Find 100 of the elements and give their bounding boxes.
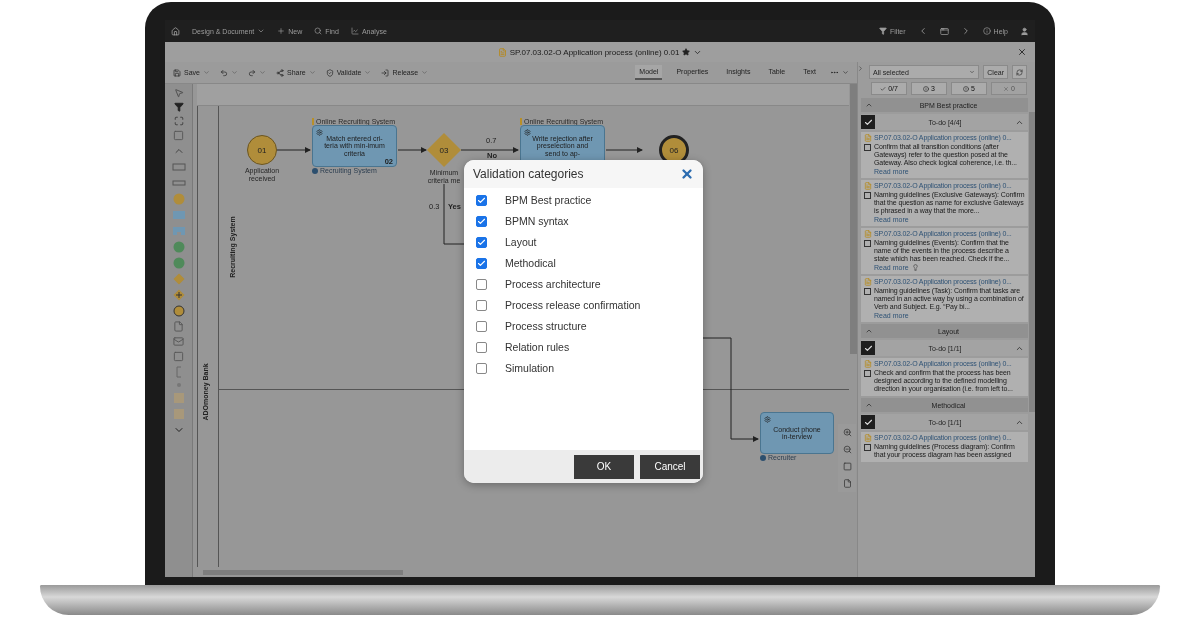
category-checkbox[interactable] <box>476 362 487 374</box>
save-icon <box>173 68 181 77</box>
warning-icon <box>963 85 970 92</box>
plus-icon <box>277 27 286 35</box>
category-checkbox[interactable] <box>476 236 487 248</box>
finding-checkbox[interactable] <box>864 192 871 199</box>
role-icon <box>760 454 766 461</box>
sequence-flow-arrow <box>460 147 519 153</box>
redo-icon <box>247 68 256 77</box>
more-button[interactable] <box>830 68 849 77</box>
collapse-icon[interactable] <box>865 101 873 109</box>
zoom-out-icon[interactable] <box>842 445 852 454</box>
finding-checkbox[interactable] <box>864 444 871 451</box>
lane-shape-icon[interactable] <box>171 177 186 189</box>
error-icon <box>1003 85 1010 92</box>
finding-checkbox[interactable] <box>864 288 871 295</box>
category-checkbox[interactable] <box>476 257 487 269</box>
redo-button[interactable] <box>247 68 266 77</box>
check-icon <box>863 417 873 427</box>
actual-size-icon[interactable] <box>842 462 852 471</box>
dot-icon[interactable] <box>175 382 182 388</box>
line-chart-icon <box>350 27 359 35</box>
square-icon[interactable] <box>173 351 184 362</box>
role-icon <box>312 167 318 174</box>
zoom-in-icon[interactable] <box>842 428 852 437</box>
category-checkbox[interactable] <box>476 194 487 206</box>
done-icon <box>880 85 887 92</box>
model-icon <box>864 360 872 368</box>
todo-checkbox[interactable] <box>861 341 875 355</box>
finding-checkbox[interactable] <box>864 370 871 377</box>
parallel-gateway-icon[interactable] <box>171 289 186 301</box>
close-button[interactable] <box>680 167 694 181</box>
release-icon <box>381 68 390 77</box>
model-icon <box>864 134 872 142</box>
caret-icon <box>230 69 238 76</box>
collapse-icon[interactable] <box>865 401 873 409</box>
category-checkbox[interactable] <box>476 299 487 311</box>
caret-icon <box>842 69 849 76</box>
gateway: 03 <box>427 133 461 167</box>
pool-shape-icon[interactable] <box>171 161 186 173</box>
user-icon[interactable] <box>1020 26 1029 36</box>
refresh-button[interactable] <box>1012 65 1027 79</box>
model-icon <box>864 182 872 190</box>
check-icon <box>863 343 873 353</box>
sequence-flow-arrow <box>276 147 311 153</box>
caret-icon <box>421 69 429 76</box>
model-icon <box>864 434 872 442</box>
info-icon <box>982 27 991 35</box>
todo-checkbox[interactable] <box>861 415 875 429</box>
category-label: Relation rules <box>505 341 570 353</box>
undo-button[interactable] <box>219 68 238 77</box>
category-label: Layout <box>505 236 537 248</box>
window-icon[interactable] <box>939 26 949 36</box>
caret-icon <box>258 69 266 76</box>
end-event-icon[interactable] <box>171 305 186 317</box>
model-icon <box>864 230 872 238</box>
validate-icon <box>325 68 334 77</box>
refresh-icon <box>1016 68 1023 76</box>
close-icon <box>680 167 694 181</box>
finding-checkbox[interactable] <box>864 144 871 151</box>
envelope-icon[interactable] <box>173 336 184 347</box>
model-icon <box>497 47 507 57</box>
finding-checkbox[interactable] <box>864 240 871 247</box>
check-icon <box>477 216 486 226</box>
close-icon[interactable] <box>1017 47 1027 57</box>
fit-page-icon[interactable] <box>842 479 852 488</box>
check-icon <box>477 258 486 268</box>
todo-checkbox[interactable] <box>861 115 875 129</box>
sequence-flow-line <box>443 183 465 245</box>
category-label: Process architecture <box>505 278 601 290</box>
home-icon[interactable] <box>171 26 180 36</box>
cancel-button[interactable]: Cancel <box>640 454 700 479</box>
model-icon <box>864 278 872 286</box>
category-checkbox[interactable] <box>476 341 487 353</box>
caret-icon <box>308 69 316 76</box>
collapse-icon[interactable] <box>865 327 873 335</box>
dialog-title: Validation categories <box>473 167 584 181</box>
ok-button[interactable]: OK <box>574 454 634 479</box>
category-label: Methodical <box>505 257 556 269</box>
info-icon <box>923 85 930 92</box>
ellipsis-icon <box>830 68 839 77</box>
category-checkbox[interactable] <box>476 215 487 227</box>
pointer-icon[interactable] <box>173 88 184 98</box>
caret-icon <box>364 69 372 76</box>
category-label: BPM Best practice <box>505 194 592 206</box>
filter-icon[interactable] <box>173 102 184 112</box>
category-label: Simulation <box>505 362 555 374</box>
check-icon <box>477 195 486 205</box>
caret-icon <box>969 69 976 75</box>
category-checkbox[interactable] <box>476 320 487 332</box>
model-title: SP.07.03.02-O Application process (online) 0.01 <box>509 47 680 57</box>
square-icon[interactable] <box>173 130 184 141</box>
category-label: Process structure <box>505 320 587 332</box>
category-checkbox[interactable] <box>476 278 487 290</box>
document-icon[interactable] <box>173 321 184 332</box>
sequence-flow-arrow <box>605 147 643 153</box>
undo-icon <box>219 68 228 77</box>
filter-icon <box>879 27 888 35</box>
expand-icon[interactable] <box>858 65 864 72</box>
category-label: BPMN syntax <box>505 215 569 227</box>
